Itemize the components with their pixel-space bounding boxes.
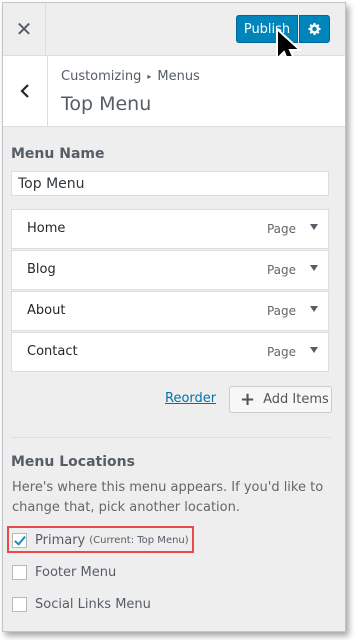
menu-item-type: Page bbox=[266, 263, 296, 277]
location-label: Social Links Menu bbox=[35, 596, 151, 612]
menu-item-type: Page bbox=[266, 304, 296, 318]
gear-icon bbox=[307, 22, 321, 36]
location-social-links-menu[interactable]: Social Links Menu bbox=[12, 594, 151, 614]
location-footer-menu[interactable]: Footer Menu bbox=[12, 562, 116, 582]
menu-item-title: About bbox=[27, 303, 66, 318]
highlight-box bbox=[7, 526, 194, 553]
chevron-left-icon bbox=[20, 84, 29, 98]
menu-item-title: Home bbox=[27, 221, 66, 236]
location-label: Footer Menu bbox=[35, 564, 117, 580]
close-button[interactable]: ✕ bbox=[3, 3, 46, 55]
menu-item-home[interactable]: Home Page bbox=[11, 209, 329, 249]
menu-item-blog[interactable]: Blog Page bbox=[11, 250, 329, 290]
page-title: Top Menu bbox=[61, 93, 152, 115]
footer-menu-checkbox[interactable] bbox=[12, 564, 27, 580]
menu-item-contact[interactable]: Contact Page bbox=[11, 332, 329, 372]
social-links-menu-checkbox[interactable] bbox=[12, 596, 27, 612]
menu-item-about[interactable]: About Page bbox=[11, 291, 329, 331]
breadcrumb-separator-icon: ▸ bbox=[147, 72, 152, 81]
customizer-panel: ✕ Publish Customizing ▸ Menus Top Menu Men… bbox=[2, 2, 346, 632]
divider bbox=[11, 437, 331, 438]
close-icon: ✕ bbox=[15, 17, 33, 41]
add-items-button[interactable]: + Add Items bbox=[229, 386, 332, 413]
reorder-link[interactable]: Reorder bbox=[165, 391, 216, 406]
menu-locations-heading: Menu Locations bbox=[11, 454, 135, 470]
menu-name-label: Menu Name bbox=[11, 146, 105, 162]
dropdown-arrow-icon[interactable] bbox=[310, 265, 318, 271]
menu-item-type: Page bbox=[266, 345, 296, 359]
menu-locations-description: Here's where this menu appears. If you'd… bbox=[12, 480, 324, 515]
menu-name-input[interactable] bbox=[11, 171, 329, 196]
dropdown-arrow-icon[interactable] bbox=[310, 224, 318, 230]
breadcrumb-current: Menus bbox=[157, 69, 200, 84]
menu-items-list: Home Page Blog Page About Page Contact P… bbox=[11, 209, 329, 373]
section-title-bar: Customizing ▸ Menus Top Menu bbox=[3, 56, 345, 127]
menu-item-type: Page bbox=[266, 222, 296, 236]
breadcrumb: Customizing ▸ Menus bbox=[61, 69, 200, 84]
back-button[interactable] bbox=[3, 56, 48, 126]
menu-item-title: Contact bbox=[27, 344, 78, 359]
add-items-label: Add Items bbox=[263, 392, 329, 407]
customizer-header: ✕ Publish bbox=[3, 3, 345, 68]
dropdown-arrow-icon[interactable] bbox=[310, 347, 318, 353]
breadcrumb-parent: Customizing bbox=[61, 69, 142, 84]
plus-icon: + bbox=[240, 388, 256, 410]
dropdown-arrow-icon[interactable] bbox=[310, 306, 318, 312]
menu-item-title: Blog bbox=[27, 262, 56, 277]
